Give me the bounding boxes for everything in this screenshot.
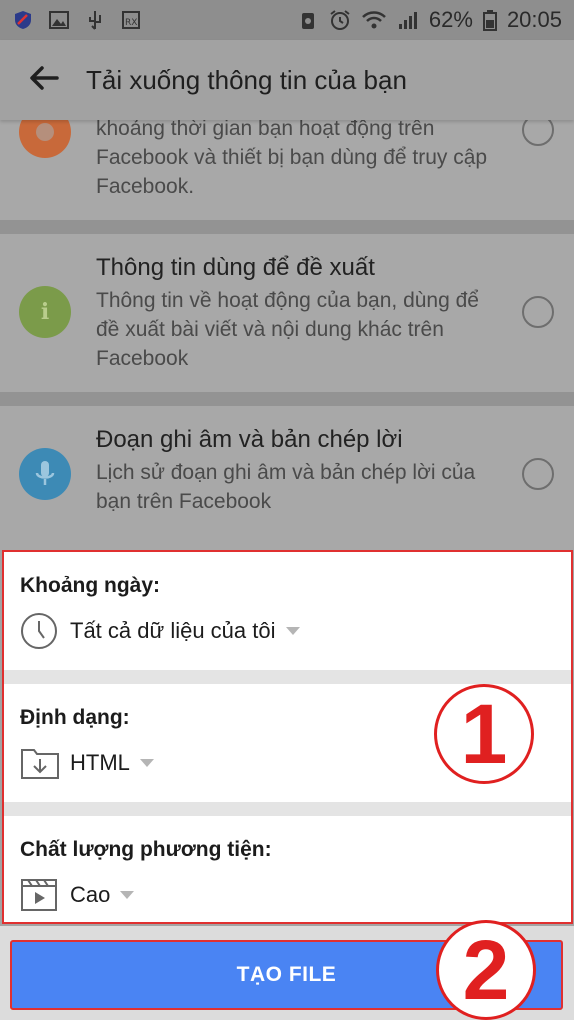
svg-text:RX: RX: [125, 18, 137, 28]
wifi-icon: [361, 9, 387, 31]
format-dropdown[interactable]: HTML: [70, 750, 154, 776]
shield-icon: [12, 9, 34, 31]
folder-download-icon: [20, 744, 60, 785]
annotation-number-1: 1: [434, 684, 534, 784]
section-separator: [4, 802, 571, 816]
category-list: khoảng thời gian bạn hoạt động trên Face…: [0, 106, 574, 550]
category-radio[interactable]: [522, 458, 554, 490]
usb-icon: [84, 9, 106, 31]
video-clapper-icon: [20, 878, 58, 917]
category-title: Đoạn ghi âm và bản chép lời: [96, 426, 403, 453]
divider: [0, 392, 574, 406]
app-bar: Tải xuống thông tin của bạn: [0, 40, 574, 120]
battery-icon: [482, 9, 497, 31]
category-radio[interactable]: [522, 296, 554, 328]
category-description: Thông tin về hoạt động của bạn, dùng để …: [96, 289, 479, 370]
back-button[interactable]: [14, 40, 74, 120]
category-item-voice[interactable]: Đoạn ghi âm và bản chép lời Lịch sử đoạn…: [0, 406, 574, 550]
status-bar: RX 62% 20:05: [0, 0, 574, 40]
date-range-section: Khoảng ngày: Tất cả dữ liệu của tôi: [4, 552, 571, 670]
media-quality-section: Chất lượng phương tiện: Cao: [4, 816, 571, 922]
dropdown-caret-icon: [285, 627, 300, 635]
category-description: khoảng thời gian bạn hoạt động trên Face…: [96, 117, 488, 198]
signal-icon: [397, 9, 419, 31]
annotation-number-2: 2: [436, 920, 536, 1020]
category-description: Lịch sử đoạn ghi âm và bản chép lời của …: [96, 461, 476, 513]
info-icon: i: [19, 286, 71, 338]
divider: [0, 220, 574, 234]
category-item-recommendations[interactable]: i Thông tin dùng để đề xuất Thông tin về…: [0, 234, 574, 392]
format-label: Định dạng:: [20, 706, 130, 729]
page-title: Tải xuống thông tin của bạn: [86, 64, 407, 95]
battery-percent: 62%: [428, 7, 473, 32]
sim-icon: RX: [120, 9, 142, 31]
image-icon: [48, 9, 70, 31]
category-title: Thông tin dùng để đề xuất: [96, 254, 375, 281]
microphone-icon: [19, 448, 71, 500]
alarm-icon: [329, 9, 351, 31]
media-quality-label: Chất lượng phương tiện:: [20, 838, 272, 861]
section-separator: [4, 670, 571, 684]
dropdown-caret-icon: [120, 891, 135, 899]
dropdown-caret-icon: [139, 759, 154, 767]
media-quality-dropdown[interactable]: Cao: [70, 882, 135, 908]
clock-time: 20:05: [506, 7, 562, 32]
category-item-activity[interactable]: khoảng thời gian bạn hoạt động trên Face…: [0, 106, 574, 220]
recycle-icon: [297, 9, 319, 31]
date-range-dropdown[interactable]: Tất cả dữ liệu của tôi: [70, 618, 300, 644]
clock-icon: [20, 612, 58, 655]
date-range-label: Khoảng ngày:: [20, 574, 160, 597]
back-arrow-icon: [29, 65, 59, 96]
